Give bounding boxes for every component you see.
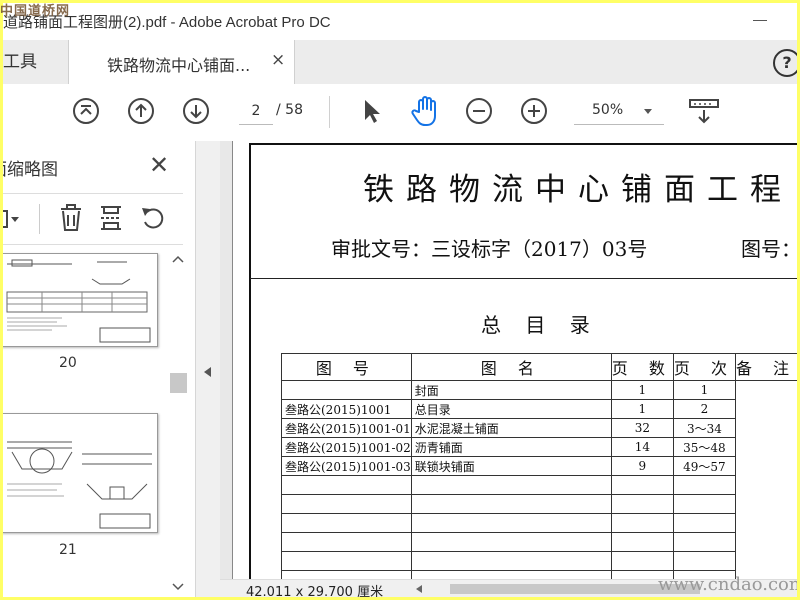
scroll-left-icon[interactable]	[416, 585, 422, 593]
thumbnail-page-number: 20	[59, 355, 77, 371]
document-title: 铁路物流中心铺面工程	[363, 172, 793, 208]
table-row-empty	[281, 532, 798, 552]
scrolling-mode-icon[interactable]	[687, 96, 721, 126]
title-bar: 道路铺面工程图册(2).pdf - Adobe Acrobat Pro DC	[3, 3, 797, 40]
scroll-up-icon[interactable]	[171, 253, 185, 265]
toc-name: 封面	[410, 380, 612, 400]
toc-table: 图 号 图 名 页 数 页 次 备 注 封面 1 1 叁路公(2015)1001…	[281, 353, 797, 579]
thumbnail-page-20[interactable]	[3, 253, 158, 347]
thumbnail-scrollbar[interactable]	[168, 251, 188, 597]
toc-fig-no: 叁路公(2015)1001	[281, 399, 412, 419]
toolbar-divider	[39, 204, 40, 234]
tab-document[interactable]: 铁路物流中心铺面... ×	[68, 40, 295, 85]
table-row: 叁路公(2015)1001-02 沥青铺面 14 35～48	[281, 437, 798, 457]
close-panel-icon[interactable]: ✕	[149, 151, 169, 179]
panel-collapse-handle[interactable]	[196, 141, 220, 597]
toc-page-range: 49～57	[672, 456, 736, 476]
page-total: / 58	[276, 102, 303, 118]
tab-bar: 工具 铁路物流中心铺面... × ?	[3, 40, 797, 85]
page-number-input[interactable]: 2	[239, 98, 273, 125]
toc-heading: 总 目 录	[481, 313, 599, 337]
toc-page-range: 1	[672, 380, 736, 400]
toc-fig-no: 叁路公(2015)1001-01	[281, 418, 412, 438]
toc-col-header: 页 次	[672, 353, 736, 381]
delete-page-icon[interactable]	[58, 204, 84, 232]
collapse-arrow-icon	[204, 367, 211, 377]
toc-pages: 1	[610, 380, 674, 400]
previous-page-icon[interactable]	[126, 96, 156, 126]
table-row: 封面 1 1	[281, 380, 797, 579]
page-size-readout: 42.011 x 29.700 厘米	[246, 585, 384, 597]
zoom-level-select[interactable]: 50%	[574, 98, 664, 125]
table-row: 叁路公(2015)1001 总目录 1 2	[281, 399, 798, 419]
toc-fig-no: 叁路公(2015)1001-02	[281, 437, 412, 457]
thumbnail-preview	[6, 259, 151, 343]
toc-col-header: 图 号	[281, 353, 412, 381]
approval-number: 审批文号：三设标字（2017）03号	[331, 237, 648, 261]
table-row-empty	[281, 513, 798, 533]
toc-page-range: 2	[672, 399, 736, 419]
toc-name: 联锁块铺面	[410, 456, 612, 476]
thumbnail-page-number: 21	[59, 542, 77, 558]
tab-document-label: 铁路物流中心铺面...	[107, 56, 251, 75]
title-divider	[250, 278, 797, 279]
toc-fig-no: 叁路公(2015)1001-03	[281, 456, 412, 476]
toc-name: 沥青铺面	[410, 437, 612, 457]
logo-watermark: 中国道桥网	[0, 4, 71, 19]
toc-pages: 1	[610, 399, 674, 419]
scrollbar-thumb[interactable]	[170, 373, 187, 393]
toc-col-header: 备 注	[734, 353, 797, 381]
zoom-out-icon[interactable]	[464, 96, 494, 126]
site-watermark: www.cndao.com	[658, 574, 797, 595]
toc-pages: 32	[610, 418, 674, 438]
select-cursor-icon[interactable]	[356, 96, 386, 126]
minimize-icon[interactable]	[753, 20, 767, 21]
toc-fig-no	[281, 380, 412, 400]
pdf-page: 铁路物流中心铺面工程 审批文号：三设标字（2017）03号 图号： 总 目 录 …	[232, 141, 797, 579]
table-row-empty	[281, 494, 798, 514]
first-page-icon[interactable]	[71, 96, 101, 126]
rotate-page-icon[interactable]	[139, 204, 167, 232]
thumbnail-preview	[7, 441, 152, 529]
toc-remarks	[734, 380, 797, 579]
acrobat-window: 道路铺面工程图册(2).pdf - Adobe Acrobat Pro DC 工…	[3, 3, 797, 597]
table-row-empty	[281, 551, 798, 571]
table-row: 叁路公(2015)1001-03 联锁块铺面 9 49～57	[281, 456, 798, 476]
main-toolbar: 2 / 58 50%	[3, 84, 797, 142]
toc-name: 总目录	[410, 399, 612, 419]
next-page-icon[interactable]	[181, 96, 211, 126]
figure-number-label: 图号：	[741, 237, 797, 261]
zoom-in-icon[interactable]	[519, 96, 549, 126]
thumbnail-page-21[interactable]	[3, 413, 158, 533]
toc-page-range: 35～48	[672, 437, 736, 457]
toc-pages: 14	[610, 437, 674, 457]
page-thumbnails-panel: 页面缩略图 ✕	[3, 141, 196, 597]
toc-col-header: 页 数	[610, 353, 674, 381]
hand-tool-icon[interactable]	[410, 94, 442, 128]
table-row: 叁路公(2015)1001-01 水泥混凝土铺面 32 3～34	[281, 418, 798, 438]
options-dropdown-icon[interactable]	[3, 208, 23, 232]
toc-header-row: 图 号 图 名 页 数 页 次 备 注	[281, 353, 797, 381]
chevron-down-icon	[644, 109, 652, 114]
tab-close-icon[interactable]: ×	[271, 50, 285, 70]
document-canvas[interactable]: 铁路物流中心铺面工程 审批文号：三设标字（2017）03号 图号： 总 目 录 …	[220, 141, 797, 579]
panel-title: 页面缩略图	[3, 160, 58, 180]
toolbar-divider	[329, 96, 330, 128]
extract-pages-icon[interactable]	[98, 204, 124, 232]
toc-page-range: 3～34	[672, 418, 736, 438]
zoom-level-value: 50%	[592, 102, 624, 118]
toc-name: 水泥混凝土铺面	[410, 418, 612, 438]
table-row-empty	[281, 475, 798, 495]
scroll-down-icon[interactable]	[171, 581, 185, 593]
toc-col-header: 图 名	[410, 353, 612, 381]
tab-tools[interactable]: 工具	[3, 40, 67, 84]
help-icon[interactable]: ?	[773, 49, 797, 77]
toc-pages: 9	[610, 456, 674, 476]
thumbnail-toolbar	[3, 193, 183, 245]
